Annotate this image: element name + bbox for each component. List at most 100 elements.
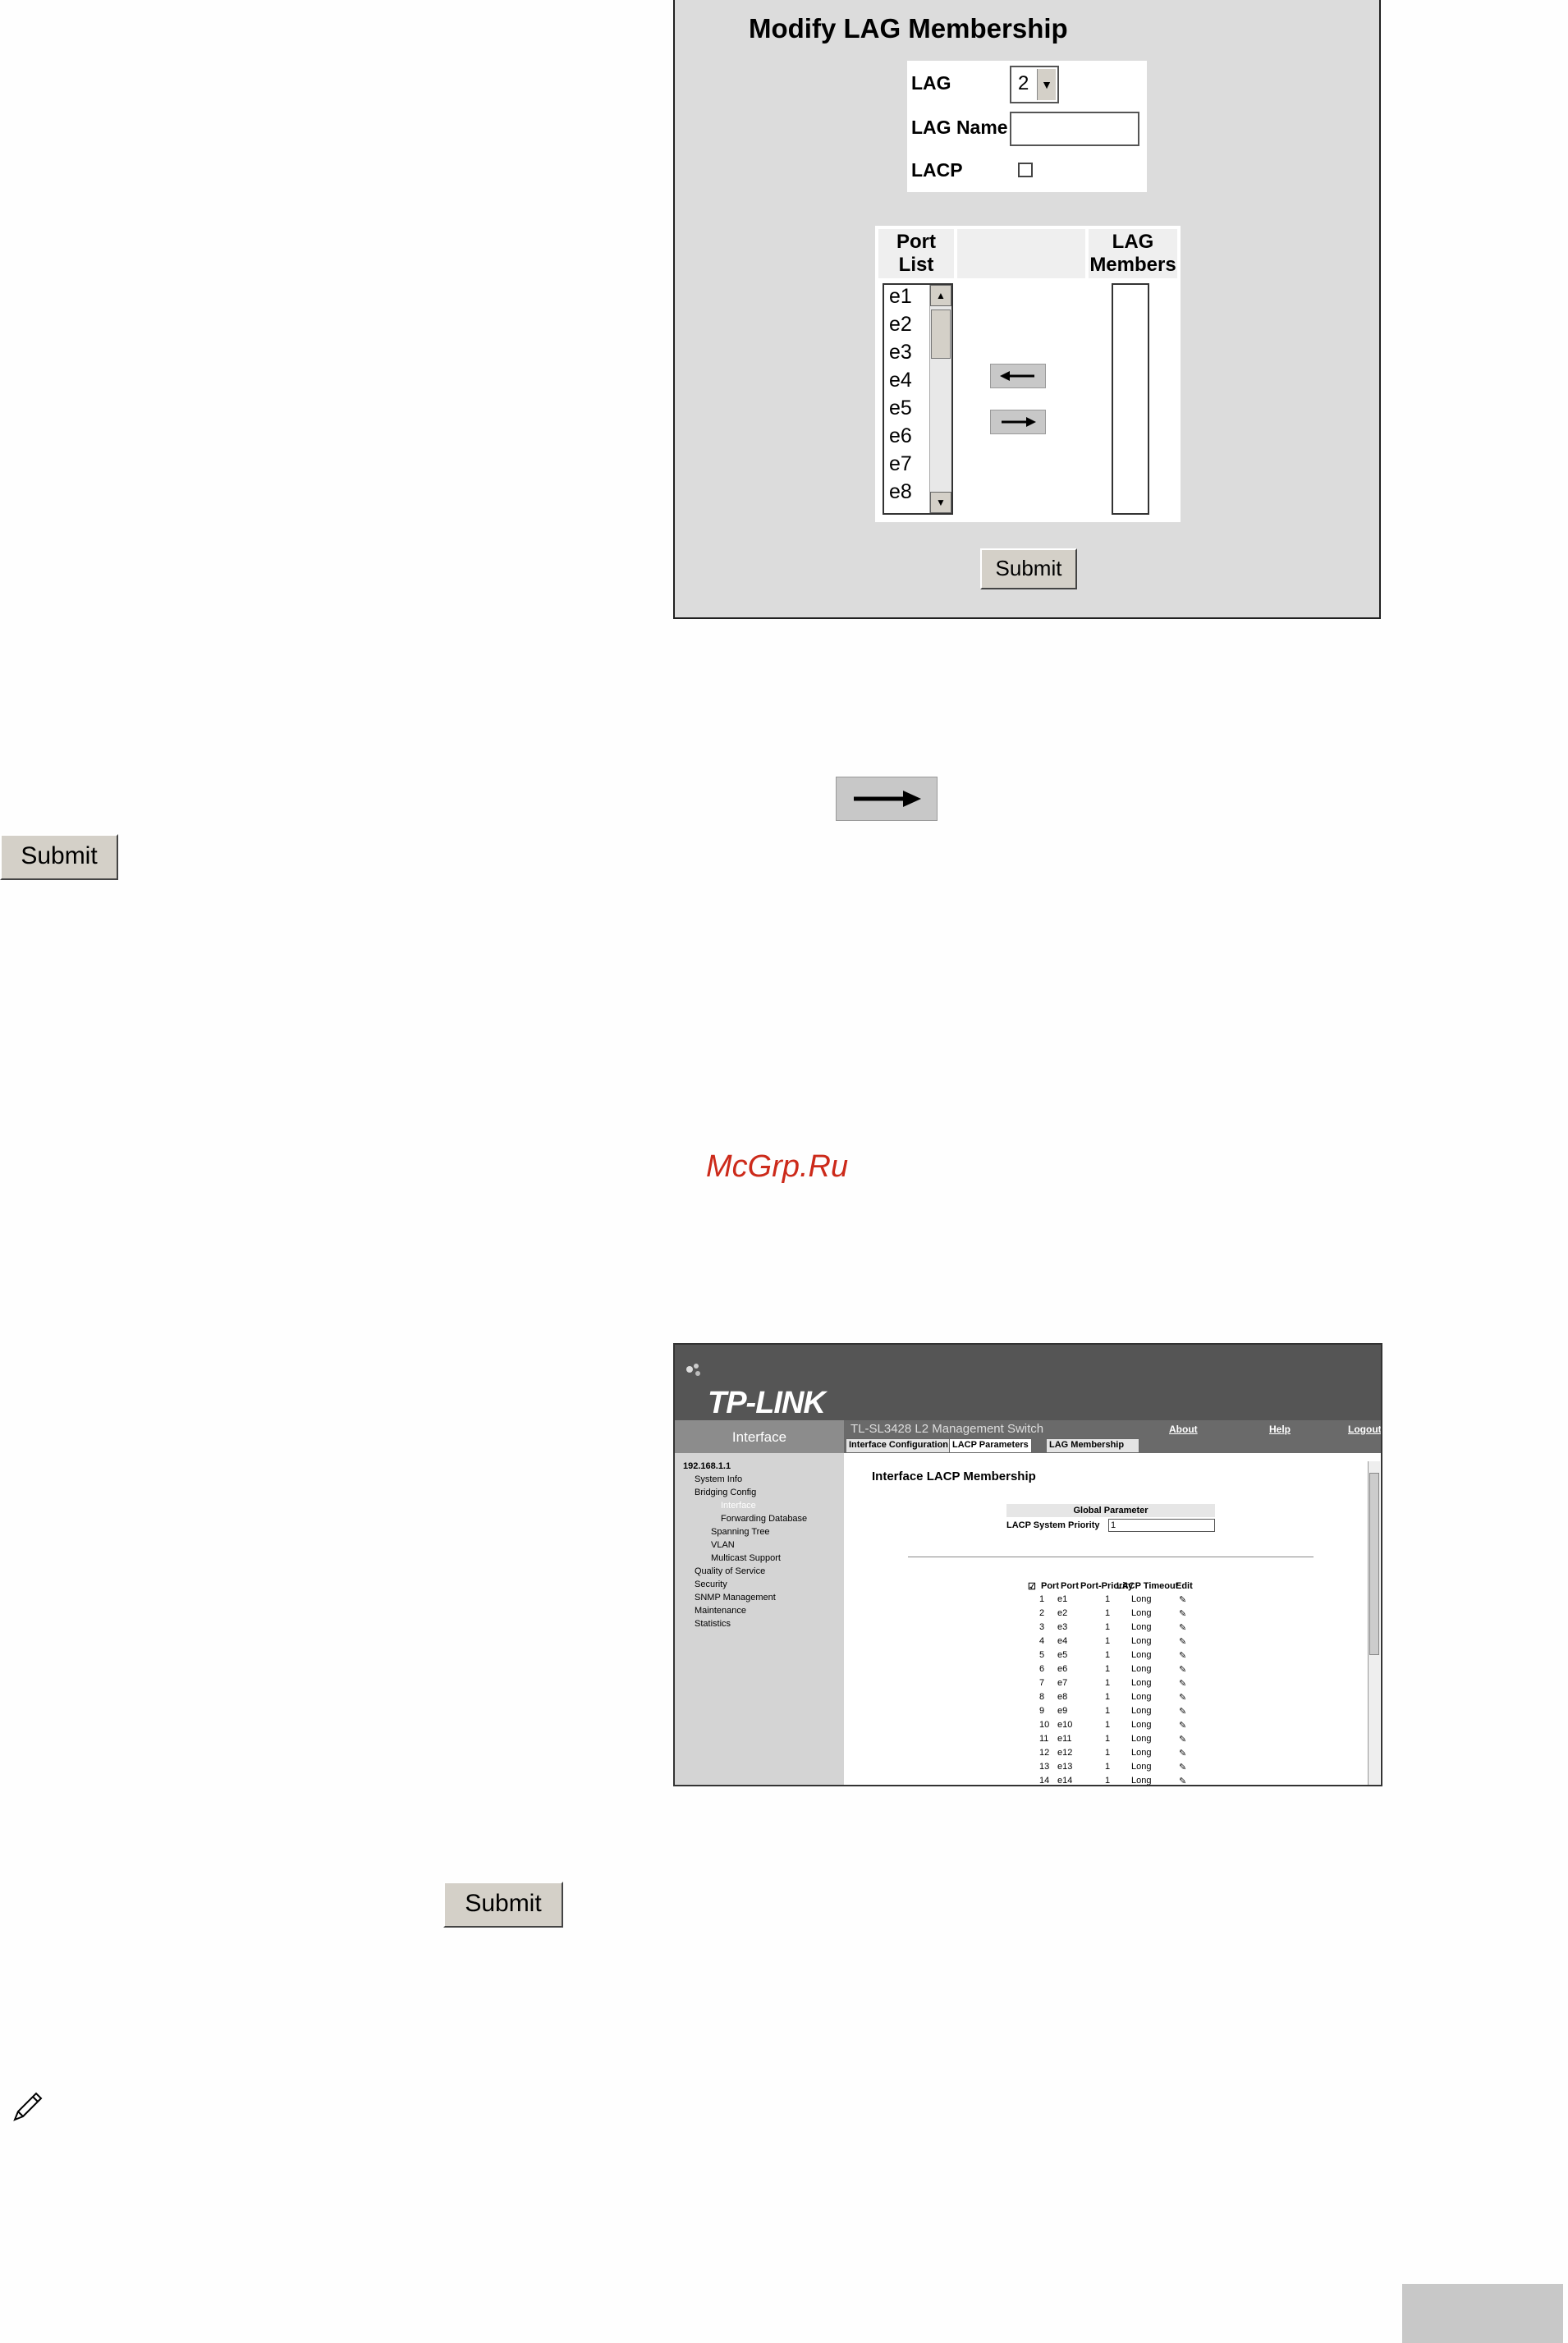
logo-leaf-icon bbox=[686, 1364, 700, 1376]
table-cell: Long bbox=[1131, 1734, 1152, 1744]
edit-icon[interactable]: ✎ bbox=[1179, 1748, 1186, 1758]
list-item[interactable]: e2 bbox=[889, 313, 912, 337]
tree-item-statistics[interactable]: Statistics bbox=[695, 1619, 731, 1629]
list-item[interactable]: e4 bbox=[889, 369, 912, 392]
add-member-button[interactable] bbox=[990, 410, 1046, 434]
lag-members-box[interactable] bbox=[1112, 283, 1149, 515]
tab-interface-configuration[interactable]: Interface Configuration bbox=[846, 1438, 952, 1453]
tree-item-spanning-tree[interactable]: Spanning Tree bbox=[711, 1527, 770, 1537]
global-parameter-header: Global Parameter bbox=[1006, 1504, 1215, 1517]
about-link[interactable]: About bbox=[1169, 1424, 1198, 1435]
edit-icon[interactable]: ✎ bbox=[1179, 1678, 1186, 1689]
logout-link[interactable]: Logout bbox=[1348, 1424, 1381, 1435]
list-item[interactable]: e5 bbox=[889, 397, 912, 420]
edit-icon[interactable]: ✎ bbox=[1179, 1720, 1186, 1731]
lacp-checkbox[interactable] bbox=[1018, 163, 1033, 177]
tree-item-maintenance[interactable]: Maintenance bbox=[695, 1606, 746, 1616]
submit-button[interactable]: Submit bbox=[443, 1882, 563, 1928]
scroll-up-icon[interactable]: ▲ bbox=[930, 285, 951, 306]
table-cell: Long bbox=[1131, 1720, 1152, 1730]
edit-icon[interactable]: ✎ bbox=[1179, 1734, 1186, 1745]
table-cell: 12 bbox=[1039, 1748, 1050, 1758]
list-item[interactable]: e8 bbox=[889, 480, 912, 504]
lag-name-label: LAG Name bbox=[911, 117, 1008, 138]
arrow-right-icon bbox=[854, 791, 921, 807]
lag-select[interactable]: 2 ▼ bbox=[1010, 66, 1059, 103]
pencil-icon bbox=[11, 2090, 44, 2127]
tree-item-snmp-management[interactable]: SNMP Management bbox=[695, 1593, 776, 1603]
edit-icon[interactable]: ✎ bbox=[1179, 1762, 1186, 1772]
edit-icon[interactable]: ✎ bbox=[1179, 1706, 1186, 1717]
list-item[interactable]: e1 bbox=[889, 285, 912, 309]
scroll-thumb[interactable] bbox=[1369, 1473, 1379, 1655]
scroll-thumb[interactable] bbox=[931, 309, 951, 359]
table-cell: 3 bbox=[1039, 1622, 1045, 1632]
table-cell: Long bbox=[1131, 1664, 1152, 1674]
remove-member-button[interactable] bbox=[990, 364, 1046, 388]
tree-item-forwarding-database[interactable]: Forwarding Database bbox=[721, 1514, 807, 1524]
membership-table: Port List LAG Members e1 e2 e3 e4 e5 e6 … bbox=[875, 226, 1181, 522]
tree-item-interface[interactable]: Interface bbox=[721, 1501, 756, 1511]
tree-item-ip[interactable]: 192.168.1.1 bbox=[683, 1461, 731, 1471]
list-item[interactable]: e6 bbox=[889, 424, 912, 448]
submit-button[interactable]: Submit bbox=[0, 834, 118, 880]
table-cell: e3 bbox=[1057, 1622, 1068, 1632]
table-cell: 6 bbox=[1039, 1664, 1045, 1674]
edit-icon[interactable]: ✎ bbox=[1179, 1776, 1186, 1785]
table-cell: Long bbox=[1131, 1678, 1152, 1688]
list-item[interactable]: e3 bbox=[889, 341, 912, 365]
edit-icon[interactable]: ✎ bbox=[1179, 1622, 1186, 1633]
table-cell: 1 bbox=[1039, 1594, 1045, 1604]
table-cell: e12 bbox=[1057, 1748, 1073, 1758]
lag-members-header: LAG Members bbox=[1089, 229, 1177, 278]
edit-icon[interactable]: ✎ bbox=[1179, 1594, 1186, 1605]
table-cell: e9 bbox=[1057, 1706, 1068, 1716]
tree-item-vlan[interactable]: VLAN bbox=[711, 1540, 735, 1550]
edit-icon[interactable]: ✎ bbox=[1179, 1636, 1186, 1647]
table-cell: 1 bbox=[1105, 1692, 1111, 1702]
table-cell: 5 bbox=[1039, 1650, 1045, 1660]
edit-icon[interactable]: ✎ bbox=[1179, 1608, 1186, 1619]
page-title: Modify LAG Membership bbox=[749, 13, 1068, 44]
table-cell: Long bbox=[1131, 1706, 1152, 1716]
sidebar-header: Interface bbox=[675, 1420, 844, 1453]
lag-name-input[interactable] bbox=[1010, 112, 1139, 146]
table-cell: 1 bbox=[1105, 1734, 1111, 1744]
tree-item-security[interactable]: Security bbox=[695, 1580, 727, 1589]
column-header: Port bbox=[1061, 1581, 1079, 1591]
tree-item-quality-of-service[interactable]: Quality of Service bbox=[695, 1566, 765, 1576]
table-cell: e8 bbox=[1057, 1692, 1068, 1702]
system-priority-input[interactable]: 1 bbox=[1108, 1519, 1215, 1532]
tab-lacp-parameters[interactable]: LACP Parameters bbox=[949, 1438, 1032, 1453]
edit-icon[interactable]: ✎ bbox=[1179, 1664, 1186, 1675]
table-cell: 1 bbox=[1105, 1622, 1111, 1632]
chevron-down-icon[interactable]: ▼ bbox=[1037, 69, 1056, 100]
port-list-scrollbar[interactable]: ▲ ▼ bbox=[929, 285, 951, 513]
tree-item-system-info[interactable]: System Info bbox=[695, 1474, 742, 1484]
port-list-box[interactable]: e1 e2 e3 e4 e5 e6 e7 e8 ▲ ▼ bbox=[883, 283, 953, 515]
table-cell: 8 bbox=[1039, 1692, 1045, 1702]
tab-lag-membership[interactable]: LAG Membership bbox=[1046, 1438, 1139, 1453]
content-scrollbar[interactable] bbox=[1368, 1461, 1380, 1785]
table-cell: 13 bbox=[1039, 1762, 1050, 1772]
watermark: McGrp.Ru bbox=[706, 1149, 849, 1184]
submit-button[interactable]: Submit bbox=[980, 548, 1077, 589]
tree-item-multicast-support[interactable]: Multicast Support bbox=[711, 1553, 781, 1563]
arrow-left-icon bbox=[1000, 371, 1034, 381]
help-link[interactable]: Help bbox=[1269, 1424, 1291, 1435]
tree-item-bridging-config[interactable]: Bridging Config bbox=[695, 1488, 756, 1497]
table-cell: 1 bbox=[1105, 1706, 1111, 1716]
edit-icon[interactable]: ✎ bbox=[1179, 1692, 1186, 1703]
select-all-icon[interactable]: ☑ bbox=[1028, 1581, 1036, 1592]
add-member-arrow-button[interactable] bbox=[836, 777, 938, 821]
list-item[interactable]: e7 bbox=[889, 452, 912, 476]
scroll-down-icon[interactable]: ▼ bbox=[930, 492, 951, 513]
edit-icon[interactable]: ✎ bbox=[1179, 1650, 1186, 1661]
table-cell: 1 bbox=[1105, 1636, 1111, 1646]
column-header: LACP Timeout bbox=[1116, 1581, 1179, 1591]
table-cell: Long bbox=[1131, 1692, 1152, 1702]
table-cell: e7 bbox=[1057, 1678, 1068, 1688]
table-cell: 1 bbox=[1105, 1776, 1111, 1786]
table-cell: 14 bbox=[1039, 1776, 1050, 1786]
table-cell: e2 bbox=[1057, 1608, 1068, 1618]
